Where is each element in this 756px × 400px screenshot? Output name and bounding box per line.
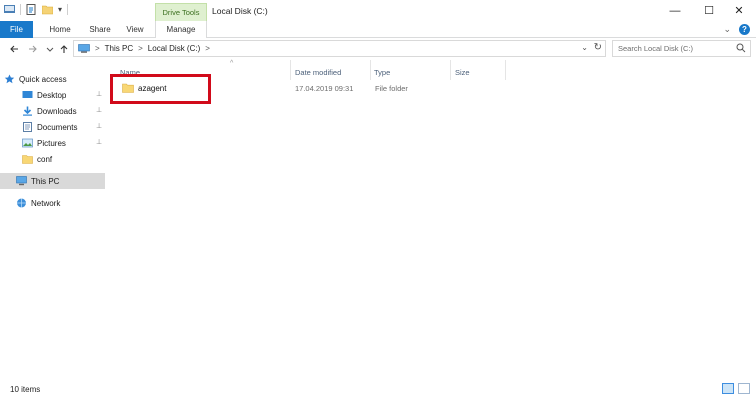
sidebar-item-label: Pictures — [37, 138, 66, 148]
star-icon — [4, 74, 15, 84]
recent-locations-icon[interactable] — [44, 42, 56, 56]
toolbar-divider — [67, 4, 69, 15]
pin-icon[interactable]: ⊥ — [96, 106, 102, 114]
breadcrumb-separator[interactable]: > — [95, 44, 100, 53]
app-icon[interactable] — [4, 4, 15, 15]
tab-share[interactable]: Share — [84, 21, 116, 38]
file-type: File folder — [375, 84, 408, 93]
breadcrumb-separator[interactable]: > — [138, 44, 143, 53]
customize-toolbar-icon[interactable]: ▾ — [58, 5, 62, 14]
sidebar-item-label: Documents — [37, 122, 78, 132]
file-date-modified: 17.04.2019 09:31 — [295, 84, 354, 93]
sidebar-item-quick-access[interactable]: Quick access — [4, 71, 109, 87]
navigation-bar: > This PC > Local Disk (C:) > ⌄ ↻ — [0, 38, 756, 60]
forward-arrow-icon[interactable] — [27, 42, 39, 56]
tab-manage[interactable]: Manage — [155, 21, 207, 38]
documents-icon — [23, 122, 32, 132]
up-arrow-icon[interactable] — [58, 42, 70, 56]
sidebar-item-network[interactable]: Network — [16, 195, 105, 211]
context-tab-group-label: Drive Tools — [155, 3, 207, 21]
properties-icon[interactable] — [26, 4, 37, 15]
breadcrumb-local-disk[interactable]: Local Disk (C:) — [148, 44, 200, 53]
column-divider[interactable] — [505, 60, 506, 80]
navigation-pane: Quick access Desktop ⊥ Downloads ⊥ Docum… — [0, 60, 106, 378]
help-icon[interactable]: ? — [739, 24, 750, 35]
sidebar-item-this-pc[interactable]: This PC — [0, 173, 105, 189]
sidebar-item-label: Desktop — [37, 90, 67, 100]
large-icons-view-icon[interactable] — [738, 383, 750, 394]
column-divider[interactable] — [290, 60, 291, 80]
status-bar: 10 items — [0, 378, 756, 400]
pin-icon[interactable]: ⊥ — [96, 138, 102, 146]
sidebar-item-label: Downloads — [37, 106, 77, 116]
column-divider[interactable] — [370, 60, 371, 80]
column-header-size[interactable]: Size — [455, 65, 470, 79]
pictures-icon — [22, 138, 33, 148]
search-icon[interactable] — [736, 43, 746, 53]
window-title: Local Disk (C:) — [212, 6, 268, 16]
desktop-icon — [22, 91, 33, 98]
maximize-button[interactable]: ☐ — [692, 0, 726, 21]
sort-indicator-icon: ^ — [230, 60, 234, 67]
column-divider[interactable] — [450, 60, 451, 80]
column-header-type[interactable]: Type — [374, 65, 390, 79]
pin-icon[interactable]: ⊥ — [96, 122, 102, 130]
sidebar-item-pictures[interactable]: Pictures ⊥ — [22, 135, 105, 151]
close-button[interactable]: ✕ — [722, 0, 756, 21]
breadcrumb-separator[interactable]: > — [205, 44, 210, 53]
tab-view[interactable]: View — [121, 21, 149, 38]
address-bar[interactable]: > This PC > Local Disk (C:) > ⌄ ↻ — [73, 40, 606, 57]
sidebar-item-label: This PC — [31, 176, 60, 186]
tab-home[interactable]: Home — [44, 21, 76, 38]
network-icon — [17, 198, 26, 208]
computer-icon — [78, 44, 90, 53]
back-arrow-icon[interactable] — [8, 42, 20, 56]
sidebar-item-downloads[interactable]: Downloads ⊥ — [22, 103, 105, 119]
sidebar-item-label: Quick access — [19, 74, 67, 84]
sidebar-item-label: conf — [37, 154, 53, 164]
computer-icon — [16, 176, 27, 186]
quick-access-toolbar: ▾ — [4, 4, 69, 15]
file-explorer-window: ▾ Drive Tools Local Disk (C:) — ☐ ✕ File… — [0, 0, 756, 400]
ribbon-right-controls: ⌄ ? — [723, 24, 750, 35]
sidebar-item-desktop[interactable]: Desktop ⊥ — [22, 87, 105, 103]
new-folder-icon[interactable] — [42, 4, 53, 15]
breadcrumb-this-pc[interactable]: This PC — [105, 44, 133, 53]
tab-file[interactable]: File — [0, 21, 33, 38]
title-bar: ▾ Drive Tools Local Disk (C:) — ☐ ✕ — [0, 0, 756, 21]
item-count: 10 items — [10, 385, 41, 394]
sidebar-item-conf[interactable]: conf — [22, 151, 105, 167]
refresh-icon[interactable]: ↻ — [594, 42, 602, 53]
sidebar-item-label: Network — [31, 198, 61, 208]
column-header-date-modified[interactable]: Date modified — [295, 65, 341, 79]
pin-icon[interactable]: ⊥ — [96, 90, 102, 98]
minimize-button[interactable]: — — [658, 0, 692, 21]
toolbar-divider — [20, 4, 21, 15]
download-icon — [23, 106, 32, 116]
highlight-annotation-box — [110, 74, 211, 104]
search-input[interactable] — [613, 41, 731, 56]
sidebar-item-documents[interactable]: Documents ⊥ — [22, 119, 105, 135]
file-list-pane: ^ Name Date modified Type Size azagent 1… — [110, 60, 756, 378]
address-history-chevron-icon[interactable]: ⌄ — [581, 43, 588, 52]
folder-icon — [22, 155, 33, 164]
expand-ribbon-icon[interactable]: ⌄ — [723, 24, 731, 35]
details-view-icon[interactable] — [722, 383, 734, 394]
ribbon-tab-bar: File Home Share View Manage ⌄ ? — [0, 21, 756, 38]
search-box[interactable] — [612, 40, 751, 57]
